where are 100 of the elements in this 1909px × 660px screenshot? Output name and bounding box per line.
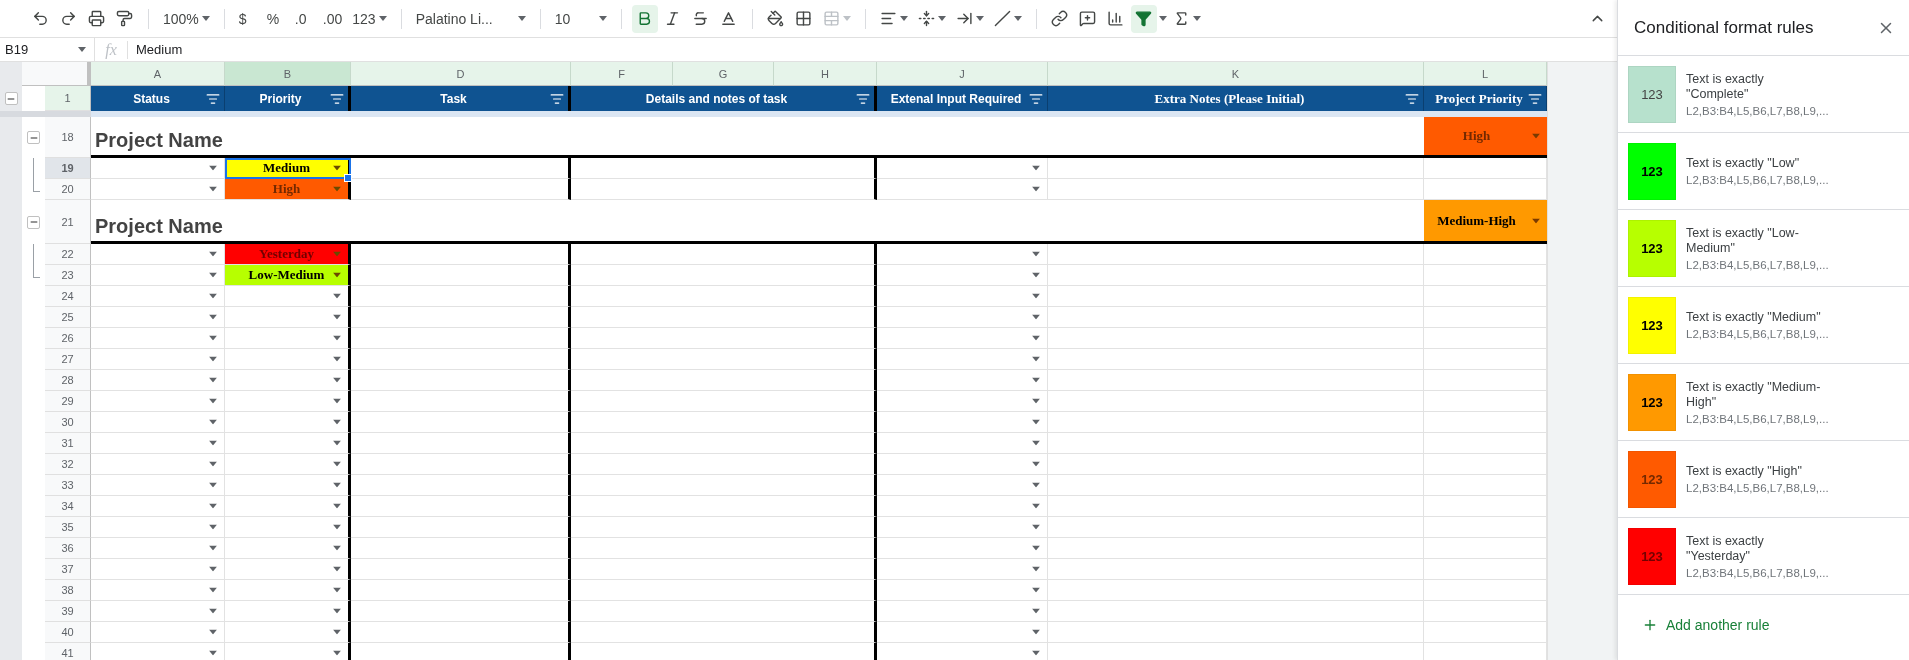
table-cell[interactable] bbox=[351, 244, 571, 265]
priority-cell[interactable] bbox=[225, 370, 351, 391]
table-cell[interactable] bbox=[351, 538, 571, 559]
dropdown-cell[interactable] bbox=[877, 328, 1048, 349]
dropdown-cell[interactable] bbox=[91, 580, 225, 601]
font-dropdown[interactable]: Palatino Li... bbox=[411, 4, 530, 33]
table-cell[interactable] bbox=[351, 580, 571, 601]
table-cell[interactable] bbox=[351, 433, 571, 454]
row-number[interactable]: 19 bbox=[45, 158, 91, 179]
dropdown-cell[interactable] bbox=[877, 601, 1048, 622]
table-cell[interactable] bbox=[351, 307, 571, 328]
dropdown-cell[interactable] bbox=[91, 454, 225, 475]
dropdown-cell[interactable] bbox=[877, 179, 1048, 200]
collapse-group-button[interactable] bbox=[27, 131, 40, 144]
table-cell[interactable] bbox=[351, 475, 571, 496]
rule-item[interactable]: 123 Text is exactly "Medium-High" L2,B3:B4,L5,B6,L7,B8,L9,... bbox=[1618, 364, 1909, 441]
column-header[interactable]: H bbox=[774, 62, 877, 86]
bold-button[interactable] bbox=[631, 4, 658, 33]
dropdown-cell[interactable] bbox=[91, 286, 225, 307]
dropdown-cell[interactable] bbox=[91, 433, 225, 454]
row-number[interactable]: 18 bbox=[45, 117, 91, 158]
row-number[interactable]: 30 bbox=[45, 412, 91, 433]
row-number[interactable]: 24 bbox=[45, 286, 91, 307]
priority-cell[interactable] bbox=[225, 286, 351, 307]
table-cell[interactable] bbox=[351, 601, 571, 622]
row-number[interactable]: 20 bbox=[45, 179, 91, 200]
priority-cell[interactable] bbox=[225, 412, 351, 433]
row-number[interactable]: 31 bbox=[45, 433, 91, 454]
dropdown-cell[interactable] bbox=[877, 370, 1048, 391]
dropdown-cell[interactable] bbox=[91, 349, 225, 370]
dropdown-cell[interactable] bbox=[877, 265, 1048, 286]
dropdown-cell[interactable] bbox=[91, 391, 225, 412]
priority-cell[interactable] bbox=[225, 580, 351, 601]
dropdown-cell[interactable] bbox=[91, 244, 225, 265]
row-number[interactable]: 22 bbox=[45, 244, 91, 265]
collapse-group-button[interactable] bbox=[4, 92, 18, 105]
column-header[interactable]: F bbox=[571, 62, 673, 86]
dropdown-cell[interactable] bbox=[877, 580, 1048, 601]
table-cell[interactable] bbox=[351, 559, 571, 580]
row-number[interactable]: 29 bbox=[45, 391, 91, 412]
row-number[interactable]: 41 bbox=[45, 643, 91, 660]
priority-cell[interactable] bbox=[225, 559, 351, 580]
dropdown-cell[interactable] bbox=[91, 559, 225, 580]
column-header[interactable]: B bbox=[225, 62, 351, 86]
dropdown-cell[interactable] bbox=[877, 538, 1048, 559]
name-box[interactable]: B19 bbox=[0, 38, 95, 61]
priority-cell[interactable] bbox=[225, 454, 351, 475]
currency-button[interactable]: $ bbox=[234, 4, 261, 33]
increase-decimals-button[interactable]: .00 bbox=[318, 4, 347, 33]
dropdown-cell[interactable] bbox=[91, 265, 225, 286]
row-number[interactable]: 33 bbox=[45, 475, 91, 496]
priority-cell[interactable] bbox=[225, 391, 351, 412]
row-number[interactable]: 36 bbox=[45, 538, 91, 559]
table-cell[interactable] bbox=[351, 454, 571, 475]
priority-cell[interactable]: Low-Medium bbox=[225, 265, 351, 286]
column-header[interactable]: G bbox=[673, 62, 774, 86]
dropdown-cell[interactable] bbox=[877, 158, 1048, 179]
row-number[interactable]: 40 bbox=[45, 622, 91, 643]
rule-item[interactable]: 123 Text is exactly "Low" L2,B3:B4,L5,B6,L7,B8,L9,... bbox=[1618, 133, 1909, 210]
filter-button[interactable] bbox=[1130, 4, 1157, 33]
table-cell[interactable] bbox=[351, 286, 571, 307]
table-cell[interactable] bbox=[351, 265, 571, 286]
row-number[interactable]: 39 bbox=[45, 601, 91, 622]
priority-cell[interactable]: Medium bbox=[225, 158, 351, 179]
formula-input[interactable]: Medium bbox=[136, 38, 1617, 61]
row-number[interactable]: 37 bbox=[45, 559, 91, 580]
table-cell[interactable] bbox=[351, 370, 571, 391]
row-number[interactable]: 27 bbox=[45, 349, 91, 370]
dropdown-cell[interactable] bbox=[877, 391, 1048, 412]
font-size-dropdown[interactable]: 10 bbox=[550, 4, 611, 33]
collapse-group-button[interactable] bbox=[27, 215, 40, 229]
row-number[interactable]: 21 bbox=[45, 200, 91, 244]
row-number[interactable]: 25 bbox=[45, 307, 91, 328]
row-number[interactable]: 28 bbox=[45, 370, 91, 391]
project-priority-cell[interactable]: Medium-High bbox=[1424, 200, 1547, 244]
table-cell[interactable] bbox=[351, 179, 571, 200]
table-cell[interactable] bbox=[351, 517, 571, 538]
rule-item[interactable]: 123 Text is exactly "Medium" L2,B3:B4,L5,B6,L7,B8,L9,... bbox=[1618, 287, 1909, 364]
table-cell[interactable] bbox=[351, 328, 571, 349]
dropdown-cell[interactable] bbox=[877, 286, 1048, 307]
dropdown-cell[interactable] bbox=[91, 307, 225, 328]
priority-cell[interactable] bbox=[225, 538, 351, 559]
rule-item[interactable]: 123 Text is exactly "High" L2,B3:B4,L5,B6,L7,B8,L9,... bbox=[1618, 441, 1909, 518]
priority-cell[interactable] bbox=[225, 328, 351, 349]
dropdown-cell[interactable] bbox=[91, 517, 225, 538]
fill-handle[interactable] bbox=[344, 174, 352, 182]
dropdown-cell[interactable] bbox=[877, 496, 1048, 517]
column-header[interactable]: J bbox=[877, 62, 1048, 86]
number-format-dropdown[interactable]: 123 bbox=[348, 4, 391, 33]
dropdown-cell[interactable] bbox=[877, 454, 1048, 475]
dropdown-cell[interactable] bbox=[877, 559, 1048, 580]
dropdown-cell[interactable] bbox=[877, 412, 1048, 433]
priority-cell[interactable] bbox=[225, 622, 351, 643]
dropdown-cell[interactable] bbox=[877, 307, 1048, 328]
row-number[interactable]: 34 bbox=[45, 496, 91, 517]
priority-cell[interactable] bbox=[225, 517, 351, 538]
table-cell[interactable] bbox=[351, 496, 571, 517]
table-cell[interactable] bbox=[351, 349, 571, 370]
dropdown-cell[interactable] bbox=[877, 433, 1048, 454]
priority-cell[interactable]: High bbox=[225, 179, 351, 200]
